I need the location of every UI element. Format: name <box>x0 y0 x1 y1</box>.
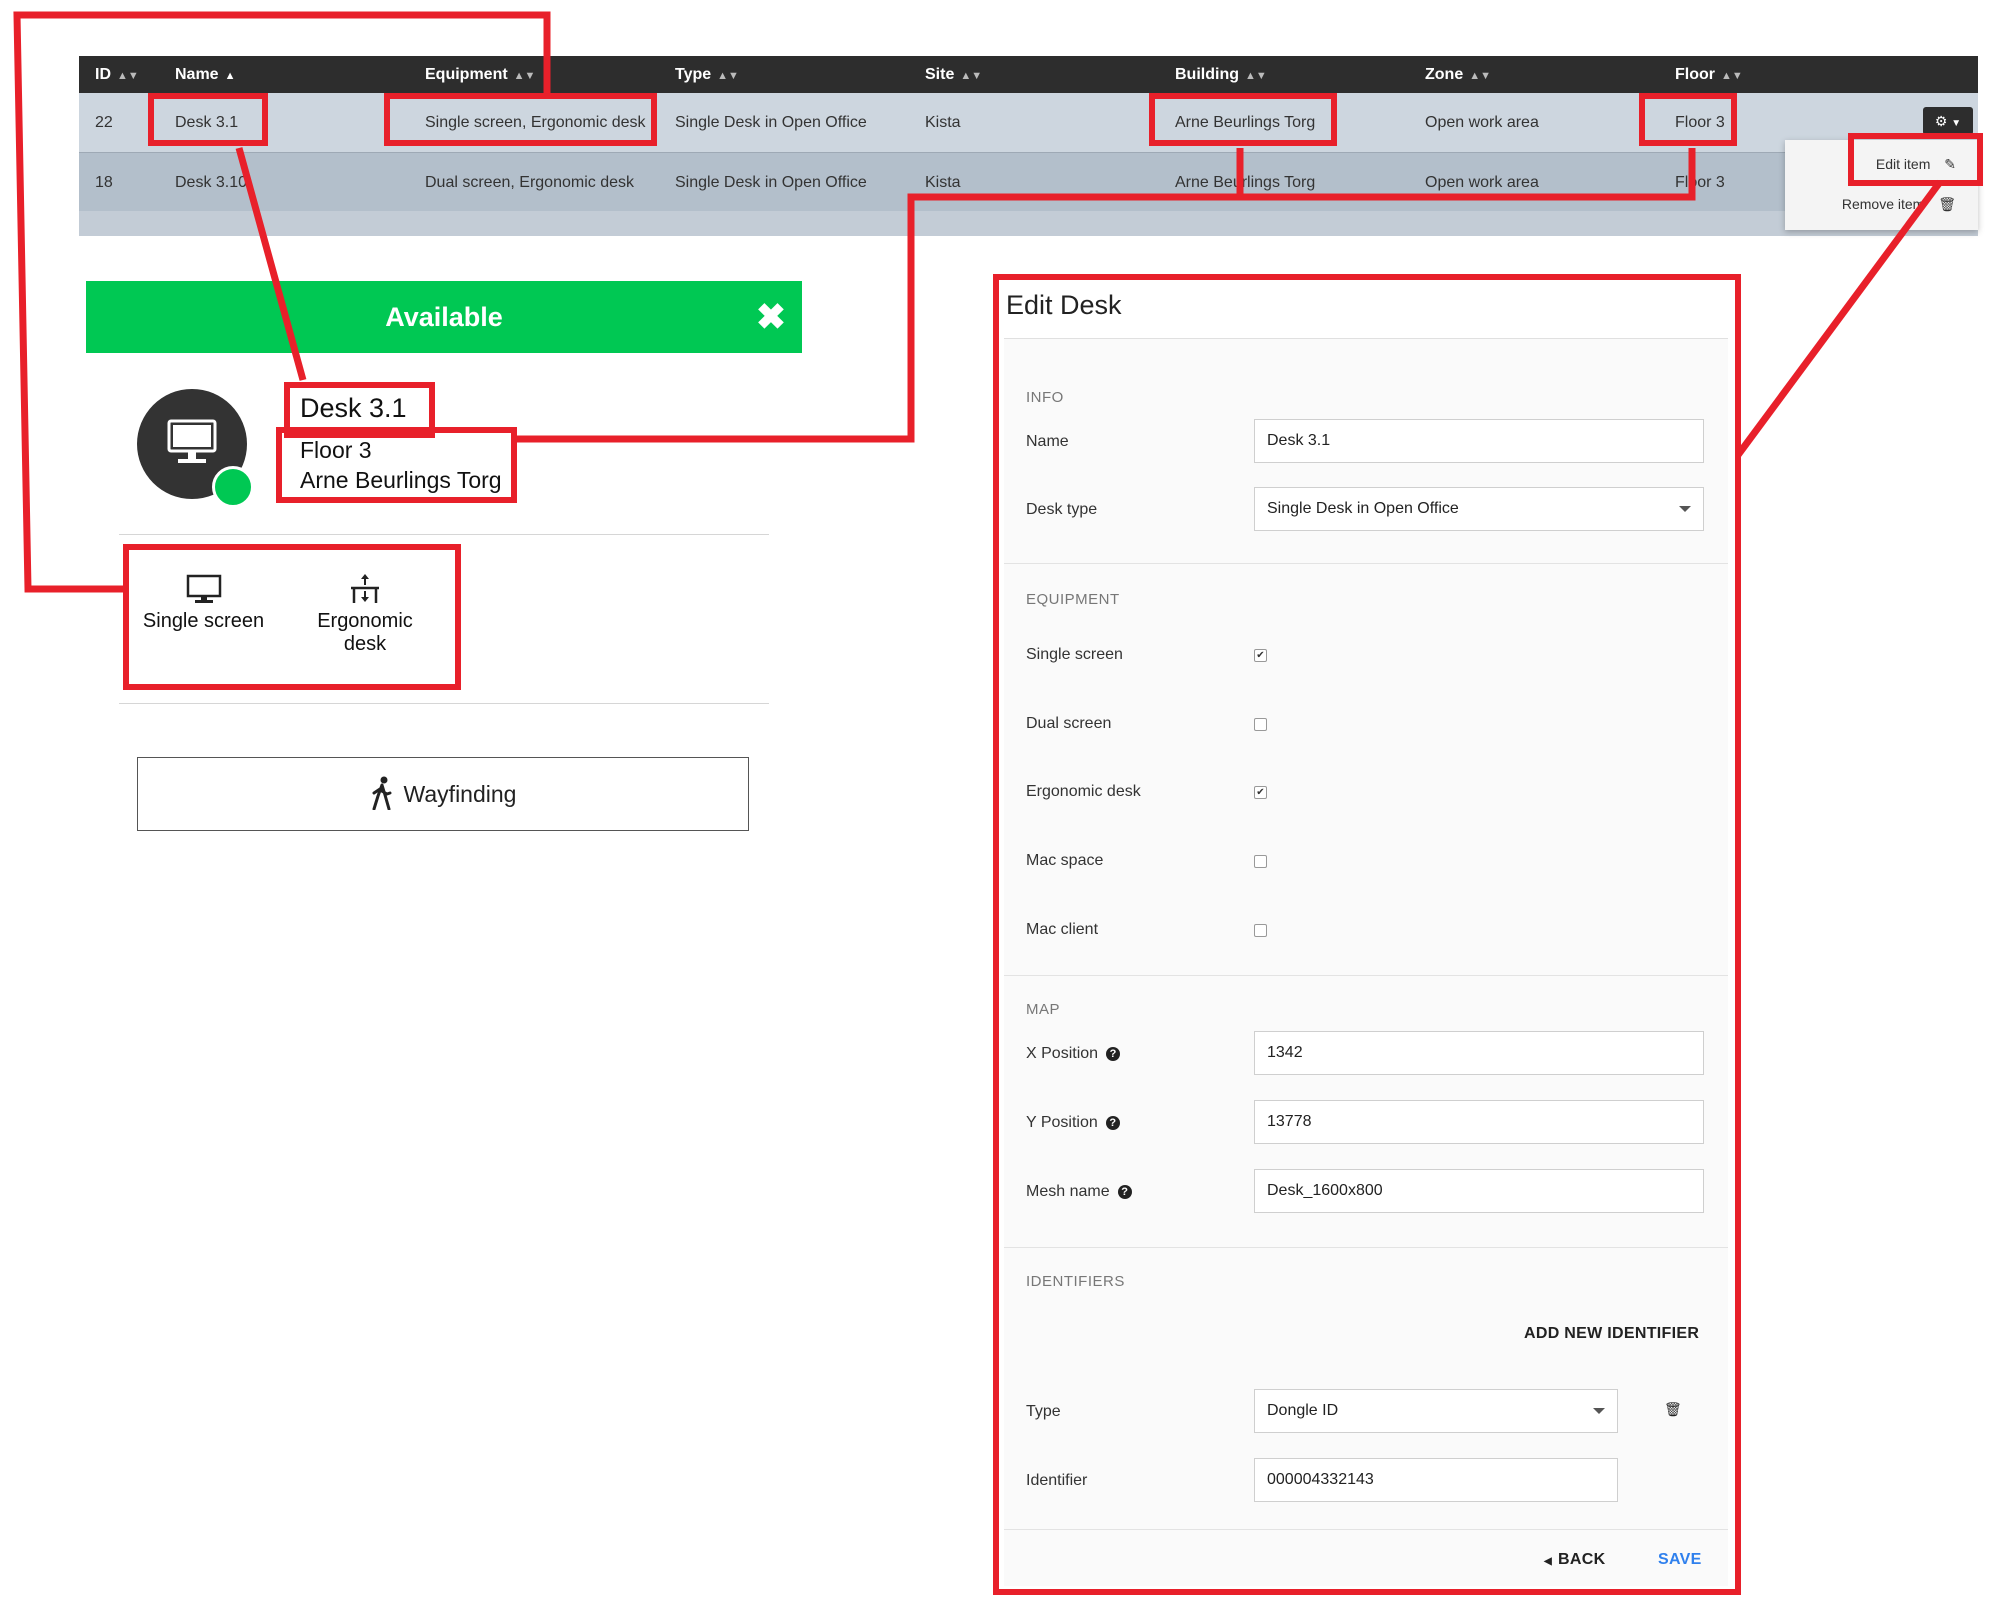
annotation-box <box>123 544 461 690</box>
annotation-box <box>276 427 517 503</box>
annotation-box <box>1848 133 1983 186</box>
annotation-box <box>1639 93 1737 146</box>
annotation-box <box>993 274 1741 1595</box>
annotation-box <box>148 93 268 146</box>
annotation-box <box>1149 93 1337 146</box>
annotation-box <box>384 93 657 146</box>
